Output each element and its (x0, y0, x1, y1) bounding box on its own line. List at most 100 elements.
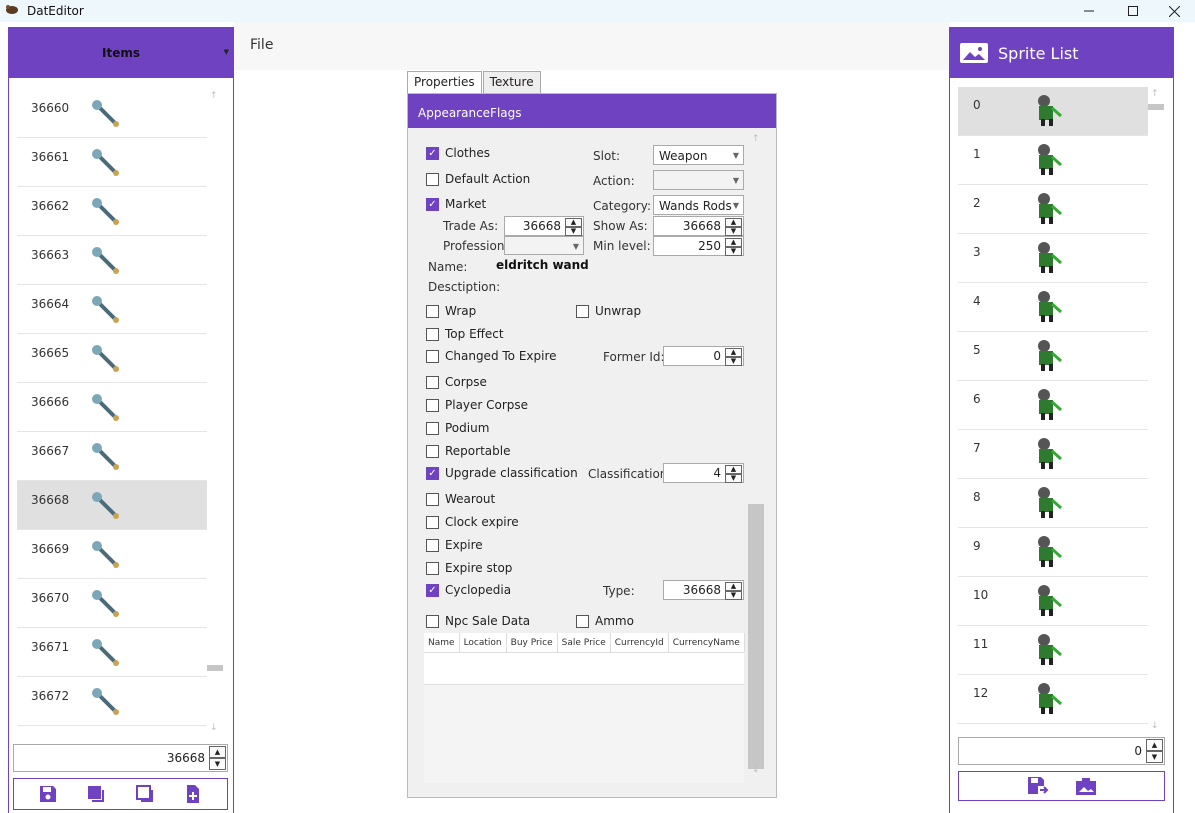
items-category-dropdown[interactable]: Items ▼ (9, 28, 233, 78)
scroll-up-icon[interactable]: ↑ (752, 134, 760, 144)
minimize-button[interactable] (1066, 0, 1112, 22)
spin-down-button[interactable]: ▼ (725, 357, 742, 366)
min-level-spinner[interactable]: 250 ▲ ▼ (653, 236, 744, 256)
item-id-value[interactable]: 36668 (167, 751, 205, 765)
min-level-value[interactable]: 250 (698, 239, 721, 253)
spin-down-button[interactable]: ▼ (209, 758, 226, 770)
sprite-item[interactable]: 8 (958, 479, 1148, 528)
tab-properties[interactable]: Properties (407, 71, 482, 93)
spin-down-button[interactable]: ▼ (725, 247, 742, 256)
menu-file[interactable]: File (250, 37, 273, 53)
spin-up-button[interactable]: ▲ (565, 218, 582, 227)
spin-up-button[interactable]: ▲ (725, 218, 742, 227)
spin-up-button[interactable]: ▲ (209, 746, 226, 758)
properties-scrollbar[interactable] (748, 504, 764, 769)
trade-as-spinner[interactable]: 36668 ▲ ▼ (504, 216, 584, 236)
sprite-item[interactable]: 9 (958, 528, 1148, 577)
npc-sale-grid[interactable]: Name Location Buy Price Sale Price CurrencyI… (424, 633, 745, 783)
classification-value[interactable]: 4 (713, 466, 721, 480)
list-item[interactable]: 36662 (17, 187, 207, 236)
grid-column-header[interactable]: Location (460, 633, 507, 652)
list-item[interactable]: 36663 (17, 236, 207, 285)
import-sprite-button[interactable] (1074, 774, 1098, 798)
spin-down-button[interactable]: ▼ (565, 227, 582, 236)
sprite-item[interactable]: 7 (958, 430, 1148, 479)
player-corpse-checkbox[interactable]: Player Corpse (426, 398, 528, 412)
item-list[interactable]: 36660 36661 36662 36663 36664 36665 36666 36667… (17, 89, 207, 739)
grid-column-header[interactable]: CurrencyId (611, 633, 669, 652)
list-item[interactable]: 36666 (17, 383, 207, 432)
item-id-spinner[interactable]: 36668 ▲ ▼ (13, 744, 228, 772)
wrap-checkbox[interactable]: Wrap (426, 304, 476, 318)
list-item[interactable]: 36665 (17, 334, 207, 383)
scroll-down-icon[interactable]: ↓ (1151, 721, 1159, 731)
grid-column-header[interactable]: Sale Price (558, 633, 611, 652)
profession-select[interactable]: ▼ (504, 236, 584, 255)
sprite-item[interactable]: 12 (958, 675, 1148, 724)
spin-up-button[interactable]: ▲ (1146, 739, 1163, 751)
spin-up-button[interactable]: ▲ (725, 238, 742, 247)
corpse-checkbox[interactable]: Corpse (426, 375, 487, 389)
podium-checkbox[interactable]: Podium (426, 421, 489, 435)
scroll-thumb[interactable] (207, 665, 223, 671)
list-item[interactable]: 36672 (17, 677, 207, 726)
default-action-checkbox[interactable]: Default Action (426, 172, 530, 186)
former-id-value[interactable]: 0 (713, 349, 721, 363)
wearout-checkbox[interactable]: Wearout (426, 492, 495, 506)
list-item[interactable]: 36667 (17, 432, 207, 481)
clock-expire-checkbox[interactable]: Clock expire (426, 515, 519, 529)
unwrap-checkbox[interactable]: Unwrap (576, 304, 641, 318)
save-button[interactable] (36, 782, 60, 806)
top-effect-checkbox[interactable]: Top Effect (426, 327, 504, 341)
spin-down-button[interactable]: ▼ (725, 591, 742, 600)
sprite-item[interactable]: 3 (958, 234, 1148, 283)
clothes-checkbox[interactable]: ✓ Clothes (426, 146, 490, 160)
scroll-down-icon[interactable]: ↓ (210, 723, 218, 733)
scroll-up-icon[interactable]: ↑ (1151, 89, 1159, 99)
list-item[interactable]: 36670 (17, 579, 207, 628)
paste-button[interactable] (133, 782, 157, 806)
name-value[interactable]: eldritch wand (496, 258, 589, 272)
grid-column-header[interactable]: CurrencyName (669, 633, 745, 652)
spin-up-button[interactable]: ▲ (725, 465, 742, 474)
sprite-id-spinner[interactable]: 0 ▲ ▼ (958, 737, 1165, 765)
copy-button[interactable] (84, 782, 108, 806)
list-item[interactable]: 36661 (17, 138, 207, 187)
scroll-down-icon[interactable]: ↓ (752, 765, 760, 775)
spin-down-button[interactable]: ▼ (1146, 751, 1163, 763)
sprite-list[interactable]: 0 1 2 3 4 5 6 7 8 9 10 11 12 (958, 87, 1148, 737)
show-as-value[interactable]: 36668 (683, 219, 721, 233)
upgrade-classification-checkbox[interactable]: ✓ Upgrade classification (426, 466, 578, 480)
scroll-thumb[interactable] (1148, 104, 1164, 110)
sprite-item[interactable]: 2 (958, 185, 1148, 234)
replace-sprite-button[interactable] (1026, 774, 1050, 798)
sprite-item[interactable]: 6 (958, 381, 1148, 430)
expire-stop-checkbox[interactable]: Expire stop (426, 561, 512, 575)
maximize-button[interactable] (1110, 0, 1156, 22)
sprite-item[interactable]: 10 (958, 577, 1148, 626)
list-item[interactable]: 36668 (17, 481, 207, 530)
show-as-spinner[interactable]: 36668 ▲ ▼ (653, 216, 744, 236)
sprite-item[interactable]: 0 (958, 87, 1148, 136)
ammo-checkbox[interactable]: Ammo (576, 614, 634, 628)
grid-column-header[interactable]: Buy Price (507, 633, 558, 652)
scroll-up-icon[interactable]: ↑ (210, 91, 218, 101)
grid-row[interactable] (424, 653, 744, 685)
slot-select[interactable]: Weapon ▼ (653, 145, 744, 165)
classification-spinner[interactable]: 4 ▲ ▼ (663, 463, 744, 483)
expire-checkbox[interactable]: Expire (426, 538, 483, 552)
spin-up-button[interactable]: ▲ (725, 348, 742, 357)
sprite-item[interactable]: 11 (958, 626, 1148, 675)
action-select[interactable]: ▼ (653, 170, 744, 190)
list-item[interactable]: 36669 (17, 530, 207, 579)
type-value[interactable]: 36668 (683, 583, 721, 597)
tab-texture[interactable]: Texture (482, 71, 541, 93)
spin-down-button[interactable]: ▼ (725, 474, 742, 483)
type-spinner[interactable]: 36668 ▲ ▼ (663, 580, 744, 600)
category-select[interactable]: Wands Rods ▼ (653, 195, 744, 215)
changed-to-expire-checkbox[interactable]: Changed To Expire (426, 349, 557, 363)
former-id-spinner[interactable]: 0 ▲ ▼ (663, 346, 744, 366)
list-item[interactable]: 36660 (17, 89, 207, 138)
grid-column-header[interactable]: Name (424, 633, 460, 652)
sprite-item[interactable]: 1 (958, 136, 1148, 185)
